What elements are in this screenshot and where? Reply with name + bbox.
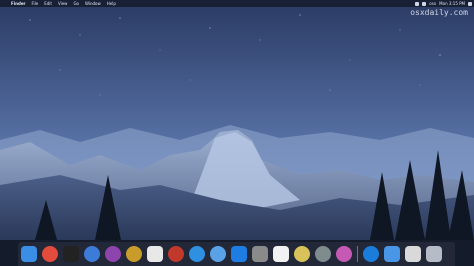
menu-help[interactable]: Help [107,0,116,7]
documents-icon[interactable] [405,246,421,262]
folder-icon[interactable] [384,246,400,262]
twitter-icon[interactable] [189,246,205,262]
app-store-blue-icon[interactable] [363,246,379,262]
user-name[interactable]: osx [429,0,436,7]
music-icon[interactable] [336,246,352,262]
clock[interactable]: Mon 3:15 PM [439,0,465,7]
coins-icon[interactable] [126,246,142,262]
terminal-icon[interactable] [63,246,79,262]
menu-window[interactable]: Window [85,0,101,7]
tweetbot-icon[interactable] [210,246,226,262]
wifi-icon[interactable] [415,1,420,6]
settings-icon[interactable] [315,246,331,262]
watermark-text: osxdaily.com [410,8,468,17]
calendar-icon[interactable] [147,246,163,262]
dock-separator [357,246,358,262]
finder-icon[interactable] [21,246,37,262]
app-store-icon[interactable] [231,246,247,262]
battery-icon[interactable] [422,1,427,6]
notes-icon[interactable] [273,246,289,262]
menu-view[interactable]: View [58,0,68,7]
pocket-icon[interactable] [168,246,184,262]
menu-file[interactable]: File [32,0,39,7]
chrome-icon[interactable] [42,246,58,262]
menu-go[interactable]: Go [73,0,79,7]
status-area: osx Mon 3:15 PM [412,0,472,7]
desktop-wallpaper [0,0,474,266]
photos-icon[interactable] [294,246,310,262]
preview-icon[interactable] [252,246,268,262]
menu-bar: Finder File Edit View Go Window Help osx… [0,0,474,7]
menu-edit[interactable]: Edit [44,0,52,7]
menu-app-name[interactable]: Finder [11,0,26,7]
safari-icon[interactable] [84,246,100,262]
trash-icon[interactable] [426,246,442,262]
dock [18,242,455,266]
itunes-icon[interactable] [105,246,121,262]
spotlight-icon[interactable] [468,1,472,6]
